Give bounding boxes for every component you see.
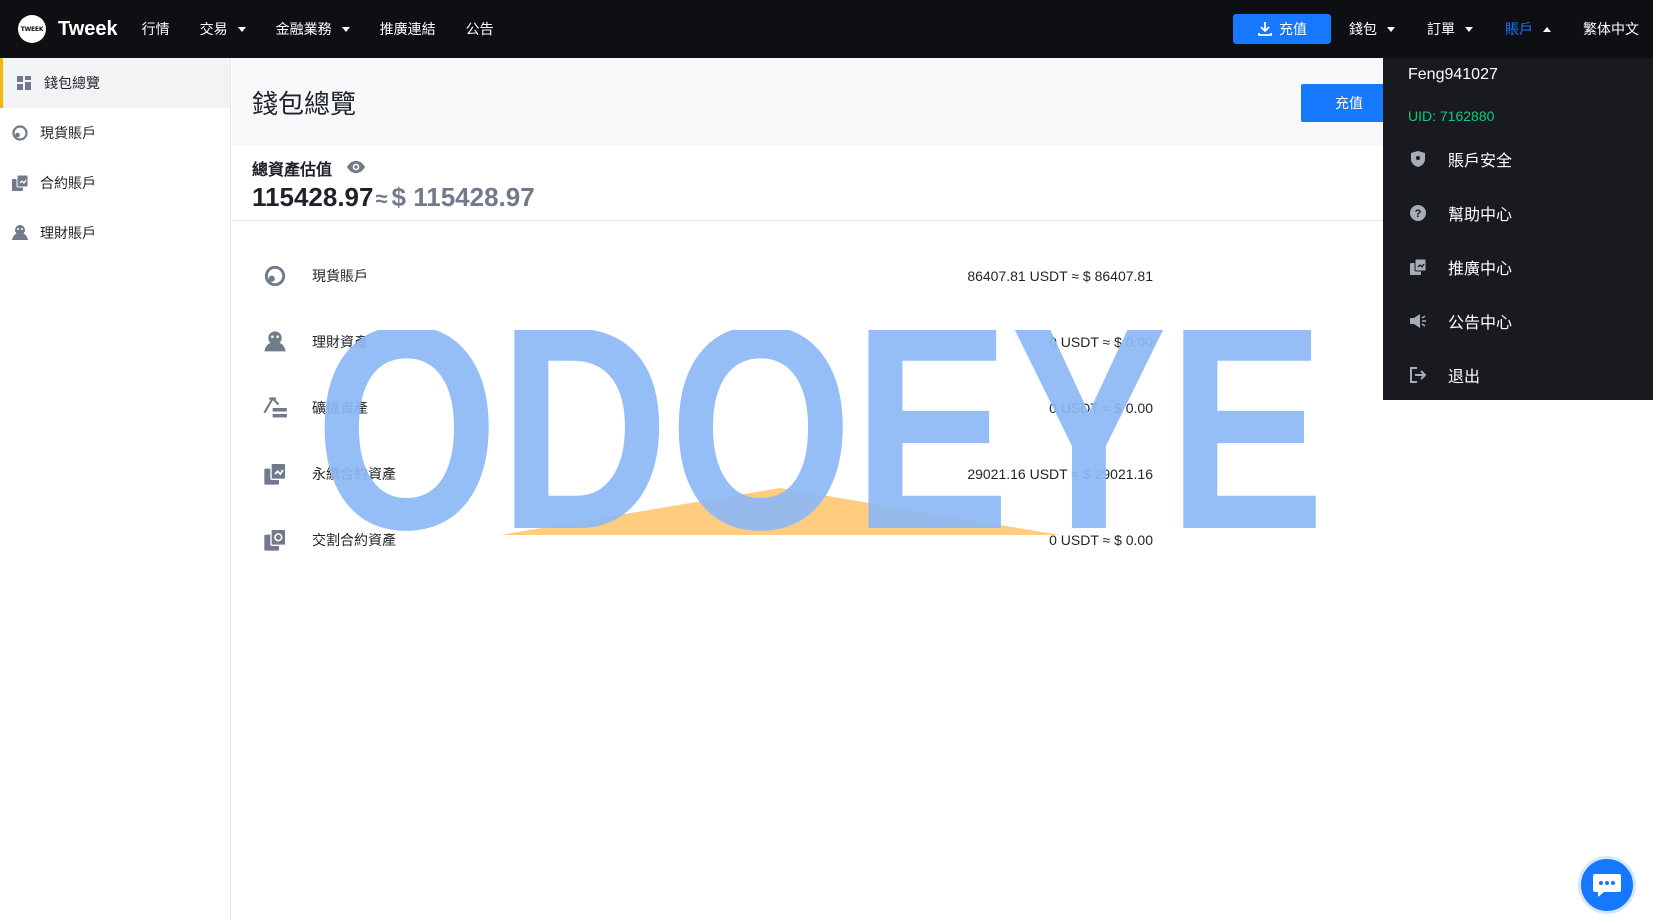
menu-item-label: 公告中心 [1448,313,1513,332]
megaphone-icon [1408,311,1428,331]
spot-icon [262,263,288,289]
asset-name: 交割合約資產 [312,533,396,549]
wallet-menu-label: 錢包 [1349,22,1377,38]
asset-value: 86407.81 USDT ≈ $ 86407.81 [967,268,1153,284]
top-navbar: TWEEK Tweek 行情 交易 金融業務 推廣連結 公告 充值 錢包 訂單 … [0,0,1653,58]
sidebar-item-spot[interactable]: 現貨賬戶 [0,108,230,158]
total-assets-amount: 115428.97 [252,182,374,212]
account-menu-label: 賬戶 [1505,22,1533,38]
account-dropdown: Feng941027 UID: 7162880 賬戶安全 ? 幫助中心 推廣中心… [1383,58,1653,400]
mining-icon [262,395,288,421]
nav-label: 行情 [141,22,170,38]
nav-item-announcements[interactable]: 公告 [466,19,494,39]
asset-name: 理財資產 [312,335,368,351]
caret-down-icon [1387,26,1395,32]
caret-down-icon [341,26,350,32]
contract-icon [10,173,30,193]
perpetual-icon [262,461,288,487]
account-username: Feng941027 [1408,66,1498,83]
approx-symbol: ≈ [375,186,388,211]
sidebar-item-wallet-overview[interactable]: 錢包總覽 [0,58,230,108]
caret-down-icon [237,26,246,32]
menu-item-announcement-center[interactable]: 公告中心 [1383,294,1653,348]
logo-mark-text: TWEEK [20,25,44,33]
help-icon: ? [1408,203,1428,223]
sidebar-item-label: 錢包總覽 [44,76,100,92]
deposit-top-label: 充值 [1279,22,1307,38]
nav-label: 公告 [465,22,494,38]
orders-menu-label: 訂單 [1427,22,1455,38]
asset-value: 0 USDT ≈ $ 0.00 [1049,532,1153,548]
promo-icon [1408,257,1428,277]
account-menu[interactable]: 賬戶 [1505,19,1551,39]
nav-item-finance[interactable]: 金融業務 [276,19,350,39]
asset-row-perpetual[interactable]: 永續合約資產 29021.16 USDT ≈ $ 29021.16 [232,441,1653,507]
caret-up-icon [1543,26,1551,32]
nav-item-trade[interactable]: 交易 [200,19,246,39]
brand-name: Tweek [58,17,118,40]
asset-row-delivery[interactable]: 交割合約資產 0 USDT ≈ $ 0.00 [232,507,1653,573]
logout-icon [1408,365,1428,385]
wallet-menu[interactable]: 錢包 [1349,19,1395,39]
deposit-top-button[interactable]: 充值 [1233,14,1331,44]
eye-icon[interactable] [346,159,366,178]
caret-down-icon [1465,26,1473,32]
menu-item-label: 幫助中心 [1448,205,1513,224]
asset-name: 礦機資產 [312,401,368,417]
right-nav: 充值 錢包 訂單 賬戶 繁体中文 [1233,0,1639,58]
asset-value: 0 USDT ≈ $ 0.00 [1049,334,1153,350]
nav-label: 金融業務 [275,22,332,38]
sidebar-item-contract[interactable]: 合約賬戶 [0,158,230,208]
asset-name: 現貨賬戶 [312,269,368,285]
chat-support-button[interactable] [1578,856,1636,914]
menu-item-help-center[interactable]: ? 幫助中心 [1383,186,1653,240]
menu-item-label: 推廣中心 [1448,259,1513,278]
download-icon [1258,22,1272,36]
nav-label: 推廣連結 [379,22,436,38]
total-assets-label: 總資產估值 [252,160,333,179]
menu-item-label: 賬戶安全 [1448,151,1513,170]
menu-item-promotion-center[interactable]: 推廣中心 [1383,240,1653,294]
account-uid: UID: 7162880 [1408,108,1495,124]
menu-item-label: 退出 [1448,367,1481,386]
menu-item-logout[interactable]: 退出 [1383,348,1653,402]
shield-icon [1408,149,1428,169]
total-assets-usd: $ 115428.97 [391,182,535,212]
orders-menu[interactable]: 訂單 [1427,19,1473,39]
main-nav: 行情 交易 金融業務 推廣連結 公告 [142,19,524,39]
menu-item-account-security[interactable]: 賬戶安全 [1383,132,1653,186]
sidebar-item-label: 現貨賬戶 [40,126,96,142]
nav-item-market[interactable]: 行情 [142,19,170,39]
sidebar-item-finance[interactable]: 理財賬戶 [0,208,230,258]
chat-icon [1593,874,1621,897]
asset-name: 永續合約資產 [312,467,396,483]
brand-logo[interactable]: TWEEK Tweek [18,15,118,43]
sidebar-item-label: 理財賬戶 [40,226,96,242]
sidebar-item-label: 合約賬戶 [40,176,96,192]
nav-label: 交易 [199,22,228,38]
finance-icon [10,223,30,243]
finance-icon [262,329,288,355]
asset-value: 29021.16 USDT ≈ $ 29021.16 [967,466,1153,482]
logo-mark-icon: TWEEK [18,15,46,43]
language-selector[interactable]: 繁体中文 [1583,19,1639,39]
grid-icon [14,73,34,93]
nav-item-referral[interactable]: 推廣連結 [380,19,436,39]
asset-value: 0 USDT ≈ $ 0.00 [1049,400,1153,416]
spot-icon [10,123,30,143]
page-title: 錢包總覽 [252,89,357,120]
sidebar: 錢包總覽 現貨賬戶 合約賬戶 理財賬戶 [0,58,231,920]
delivery-icon [262,527,288,553]
svg-text:?: ? [1415,208,1422,220]
